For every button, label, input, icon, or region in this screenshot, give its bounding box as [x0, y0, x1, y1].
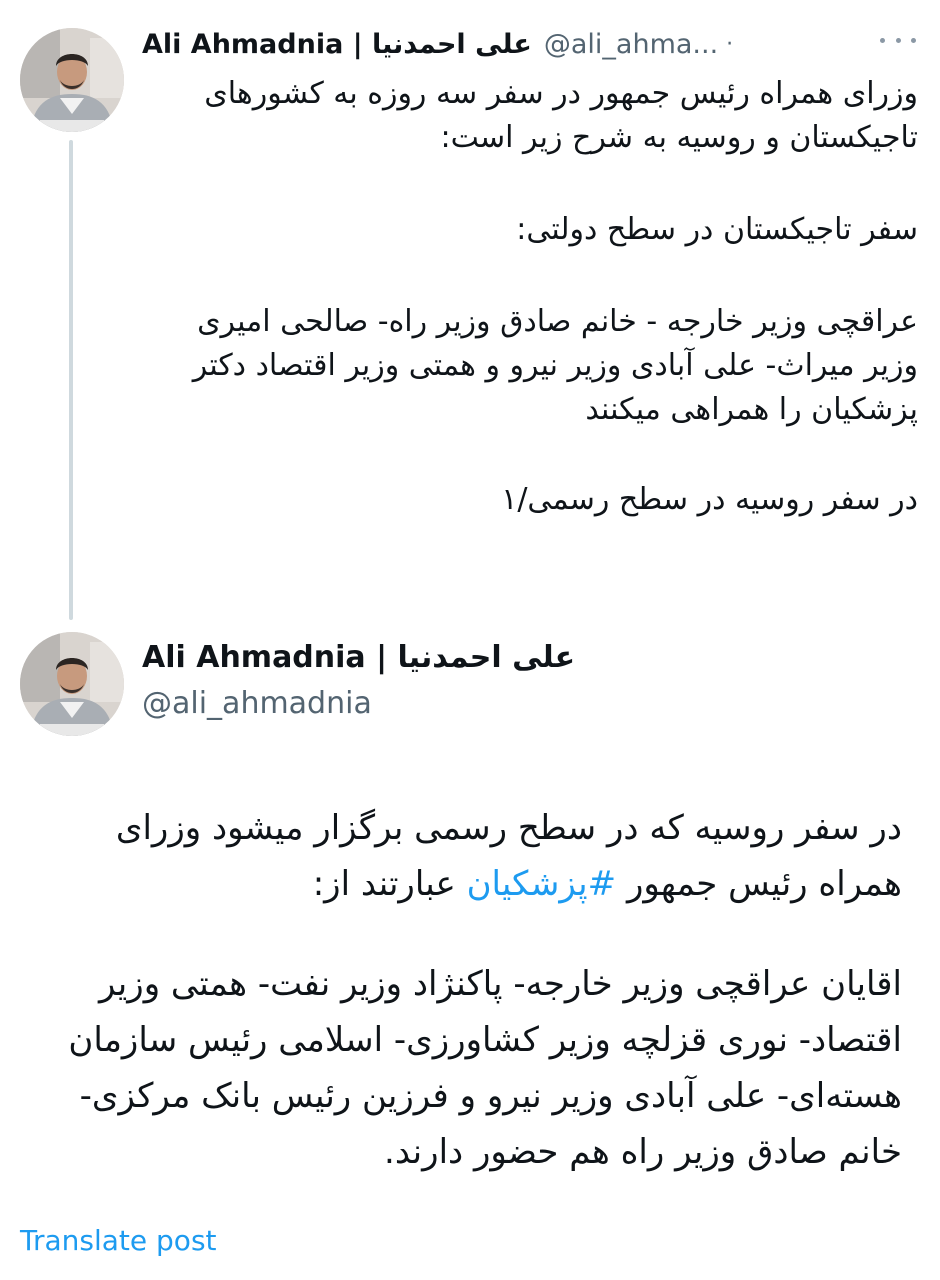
- display-name[interactable]: Ali Ahmadnia | علی احمدنیا: [142, 640, 575, 675]
- thread-connector: [69, 140, 73, 620]
- tweet-text-paragraph: اقایان عراقچی وزیر خارجه- پاکنژاد وزیر ن…: [68, 964, 902, 1172]
- avatar[interactable]: [20, 632, 124, 736]
- handle[interactable]: @ali_ahma...: [544, 29, 718, 60]
- tweet-text-segment: عبارتند از:: [312, 864, 467, 904]
- tweet-text-paragraph: سفر تاجیکستان در سطح دولتی:: [516, 212, 918, 247]
- tweet-text-paragraph: در سفر روسیه در سطح رسمی/۱: [501, 482, 918, 517]
- tweet-text-paragraph: عراقچی وزیر خارجه - خانم صادق وزیر راه- …: [192, 304, 918, 427]
- display-name[interactable]: Ali Ahmadnia | علی احمدنیا: [142, 29, 532, 60]
- tweet-text-paragraph: در سفر روسیه که در سطح رسمی برگزار میشود…: [22, 800, 902, 912]
- translate-post-link[interactable]: Translate post: [20, 1224, 217, 1257]
- more-icon[interactable]: [880, 28, 916, 52]
- tweet-thread: Ali Ahmadnia | علی احمدنیا @ali_ahma... …: [0, 0, 940, 1280]
- tweet-header: Ali Ahmadnia | علی احمدنیا @ali_ahma... …: [142, 24, 922, 64]
- tweet-text-paragraph: وزرای همراه رئیس جمهور در سفر سه روزه به…: [204, 76, 918, 155]
- avatar[interactable]: [20, 28, 124, 132]
- separator-dot: ·: [726, 31, 734, 57]
- hashtag-link[interactable]: #پزشکیان: [467, 864, 617, 904]
- handle[interactable]: @ali_ahmadnia: [142, 686, 372, 721]
